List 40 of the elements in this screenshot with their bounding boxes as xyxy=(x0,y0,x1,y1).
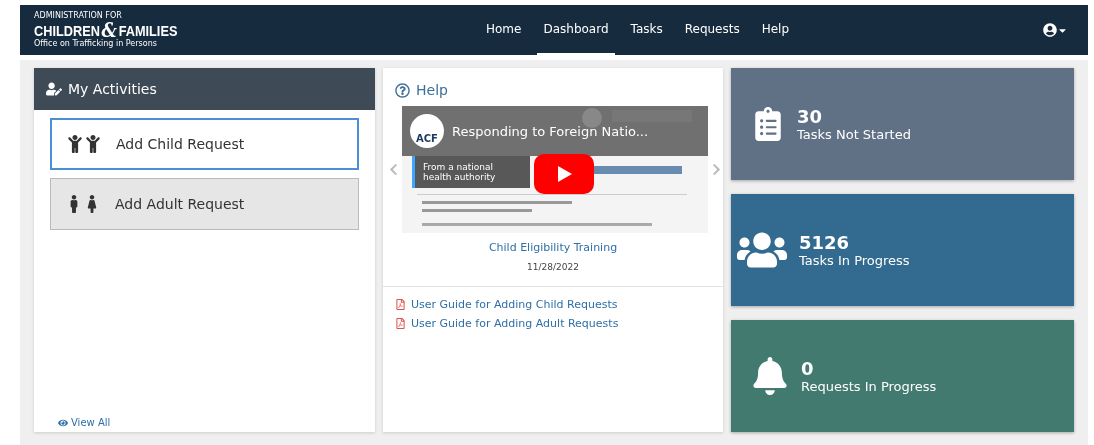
activity-button[interactable]: Add Child Request xyxy=(50,118,359,170)
pdf-icon xyxy=(395,299,406,310)
video-player[interactable]: ACF Responding to Foreign Natio... From a national health authority xyxy=(402,106,708,233)
info-panel: From a national health authority xyxy=(412,156,530,188)
stat-tile[interactable]: 0 Requests In Progress xyxy=(731,320,1074,432)
stat-label: Tasks Not Started xyxy=(797,127,911,142)
nav-tab[interactable]: Dashboard xyxy=(537,5,615,55)
bell-icon xyxy=(751,357,789,395)
stat-tile[interactable]: 30 Tasks Not Started xyxy=(731,68,1074,180)
guide-link[interactable]: User Guide for Adding Child Requests xyxy=(383,295,723,314)
children-icon xyxy=(66,135,102,153)
eye-icon xyxy=(58,417,68,428)
nav-tab[interactable]: Tasks xyxy=(624,5,669,55)
view-all-link[interactable]: View All xyxy=(58,417,375,428)
card-title: My Activities xyxy=(68,81,157,97)
logo-ampersand: & xyxy=(101,20,117,40)
user-icon xyxy=(1043,23,1057,37)
video-link[interactable]: Child Eligibility Training xyxy=(383,241,723,254)
logo-word: FAMILIES xyxy=(118,22,178,38)
logo-top-line: ADMINISTRATION FOR xyxy=(34,12,123,20)
stat-value: 30 xyxy=(797,106,824,127)
play-icon[interactable] xyxy=(534,154,594,194)
stat-label: Tasks In Progress xyxy=(799,253,910,268)
video-title: Responding to Foreign Natio... xyxy=(452,123,649,139)
help-icon xyxy=(395,82,410,98)
nav-tab[interactable]: Requests xyxy=(678,5,746,55)
logo-word: CHILDREN xyxy=(34,22,100,38)
stat-tile[interactable]: 5126 Tasks In Progress xyxy=(731,194,1074,306)
guide-link[interactable]: User Guide for Adding Adult Requests xyxy=(383,314,723,333)
nav-tab[interactable]: Help xyxy=(755,5,796,55)
stat-label: Requests In Progress xyxy=(801,379,937,394)
logo-subtitle: Office on Trafficking in Persons xyxy=(34,40,158,48)
nav-tab[interactable]: Home xyxy=(480,5,528,55)
card-title: Help xyxy=(416,82,448,98)
stat-value: 5126 xyxy=(799,232,851,253)
pdf-icon xyxy=(395,318,406,329)
video-date: 11/28/2022 xyxy=(526,262,580,272)
stat-value: 0 xyxy=(801,358,815,379)
activity-button[interactable]: Add Adult Request xyxy=(50,178,359,230)
user-edit-icon xyxy=(46,81,62,97)
